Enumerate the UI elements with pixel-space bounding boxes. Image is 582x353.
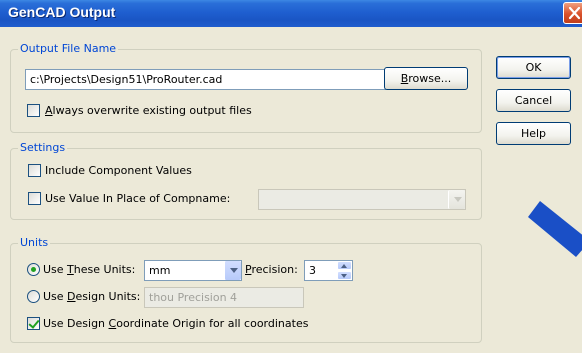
use-value-label[interactable]: Use Value In Place of Compname:	[45, 192, 230, 206]
browse-label: rowse...	[408, 72, 452, 85]
cancel-button[interactable]: Cancel	[496, 89, 571, 112]
use-design-units-label[interactable]: Use Design Units:	[43, 290, 140, 304]
design-units-display: thou Precision 4	[144, 287, 304, 308]
close-button[interactable]	[563, 2, 582, 24]
include-values-label[interactable]: Include Component Values	[45, 164, 192, 178]
ok-button[interactable]: OK	[496, 56, 571, 79]
output-path-value: c:\Projects\Design51\ProRouter.cad	[30, 73, 223, 86]
precision-spinner[interactable]: 3	[304, 260, 353, 281]
settings-group: Settings Include Component Values Use Va…	[10, 141, 482, 220]
overwrite-label[interactable]: Always overwrite existing output files	[45, 104, 252, 118]
close-icon	[568, 6, 581, 20]
dialog-body: Output File Name c:\Projects\Design51\Pr…	[0, 27, 582, 353]
output-path-input[interactable]: c:\Projects\Design51\ProRouter.cad	[25, 69, 386, 90]
arrow-decoration	[528, 201, 582, 257]
output-file-group: Output File Name c:\Projects\Design51\Pr…	[10, 42, 482, 133]
spin-buttons[interactable]	[337, 261, 352, 280]
use-these-units-label[interactable]: Use These Units:	[43, 263, 135, 277]
chevron-down-icon	[224, 261, 241, 280]
gencad-output-dialog: GenCAD Output Output File Name c:\Projec…	[0, 0, 582, 353]
precision-label: Precision:	[245, 263, 298, 276]
window-title: GenCAD Output	[8, 4, 116, 20]
title-bar: GenCAD Output	[0, 0, 582, 27]
output-file-group-title: Output File Name	[18, 42, 119, 56]
units-group: Units Use These Units: mm Precision: 3 U…	[10, 236, 482, 343]
use-value-checkbox[interactable]	[28, 192, 41, 205]
design-units-value: thou Precision 4	[149, 291, 238, 304]
origin-checkbox[interactable]	[27, 317, 40, 330]
chevron-down-icon	[448, 190, 465, 209]
compname-select[interactable]	[258, 189, 466, 210]
precision-value: 3	[309, 264, 316, 277]
spin-up-icon[interactable]	[337, 261, 352, 270]
help-button[interactable]: Help	[496, 122, 571, 145]
browse-button[interactable]: Browse...	[384, 67, 468, 90]
settings-group-title: Settings	[18, 141, 68, 155]
overwrite-checkbox[interactable]	[27, 104, 40, 117]
include-values-checkbox[interactable]	[28, 164, 41, 177]
units-select-value: mm	[149, 264, 171, 277]
spin-down-icon[interactable]	[337, 271, 352, 280]
use-these-units-radio[interactable]	[27, 263, 40, 276]
units-group-title: Units	[18, 236, 51, 250]
use-design-units-radio[interactable]	[27, 290, 40, 303]
units-select[interactable]: mm	[144, 260, 242, 281]
origin-label[interactable]: Use Design Coordinate Origin for all coo…	[43, 317, 308, 331]
